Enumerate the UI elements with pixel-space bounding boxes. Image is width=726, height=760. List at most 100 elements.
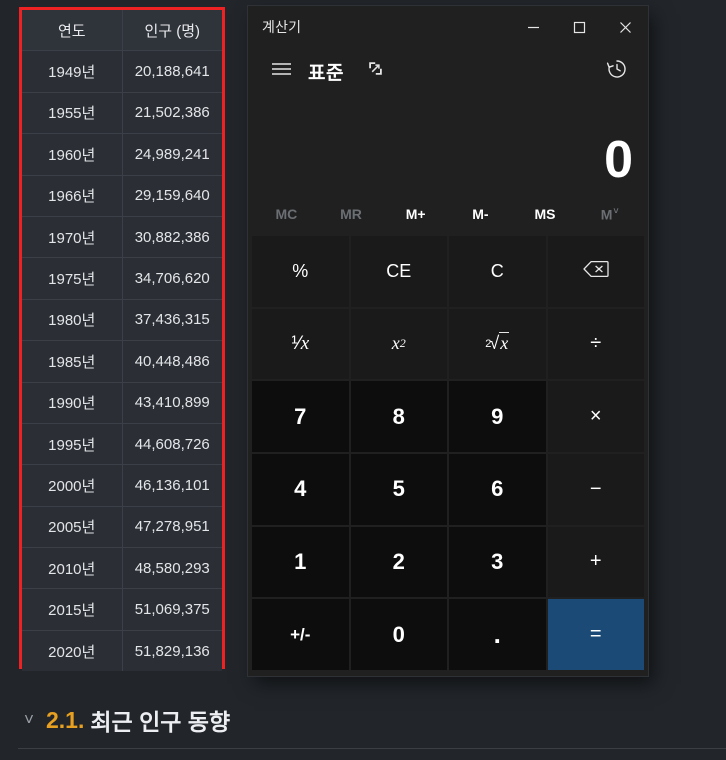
table-row: 2015년 51,069,375: [22, 588, 222, 631]
cell-year: 1990년: [22, 381, 123, 424]
cell-population: 30,882,386: [121, 215, 222, 259]
key-9[interactable]: 9: [449, 381, 546, 452]
key-clear-entry[interactable]: CE: [350, 236, 447, 307]
key-percent[interactable]: %: [252, 236, 349, 307]
cell-population: 24,989,241: [121, 133, 222, 176]
cell-year: 2015년: [22, 588, 123, 631]
cell-year: 1955년: [22, 91, 123, 135]
display-value: 0: [604, 131, 633, 189]
section-divider: [18, 748, 726, 749]
calculator-display: 0: [248, 94, 648, 194]
memory-button-row: MC MR M+ M- MS M˅: [248, 194, 648, 234]
calculator-window: 계산기 표준 0 MC MR M+ M- MS M˅ % CE C ¹⁄x x …: [248, 6, 648, 676]
memory-add-button[interactable]: M+: [383, 199, 448, 229]
maximize-button[interactable]: [556, 6, 602, 48]
cell-population: 43,410,899: [121, 381, 222, 424]
menu-button[interactable]: [264, 54, 298, 88]
cell-population: 48,580,293: [121, 547, 222, 590]
key-2[interactable]: 2: [350, 526, 447, 598]
calculator-mode-label: 표준: [308, 62, 344, 84]
key-square-label: x: [391, 333, 400, 354]
calculator-keypad: % CE C ¹⁄x x2 2 √x ÷ 7 8 9 × 4 5 6 − 1 2 …: [248, 234, 648, 676]
table-row: 1980년 37,436,315: [22, 298, 222, 342]
cell-population: 46,136,101: [121, 464, 222, 507]
memory-subtract-button[interactable]: M-: [448, 199, 513, 229]
cell-year: 1975년: [22, 257, 123, 300]
cell-year: 1960년: [22, 133, 123, 176]
column-header-population: 인구 (명): [121, 10, 222, 52]
cell-year: 2010년: [22, 547, 123, 590]
cell-population: 29,159,640: [121, 174, 222, 217]
key-multiply[interactable]: ×: [547, 381, 644, 452]
cell-year: 1980년: [22, 298, 123, 342]
key-square-exponent: 2: [399, 336, 406, 351]
cell-year: 2005년: [22, 505, 123, 549]
memory-recall-button[interactable]: MR: [319, 199, 384, 229]
calculator-titlebar: 계산기: [248, 6, 648, 48]
calculator-navbar: 표준: [248, 48, 648, 94]
key-3[interactable]: 3: [449, 526, 546, 598]
key-add[interactable]: +: [547, 526, 644, 598]
memory-clear-button[interactable]: MC: [254, 199, 319, 229]
table-row: 2010년 48,580,293: [22, 547, 222, 590]
cell-population: 51,069,375: [121, 588, 222, 631]
key-6[interactable]: 6: [449, 453, 546, 525]
table-row: 1955년 21,502,386: [22, 91, 222, 135]
key-square-root[interactable]: 2 √x: [449, 308, 546, 380]
history-clock-icon: [606, 58, 628, 85]
keep-on-top-icon: [367, 60, 384, 82]
table-row: 2020년 51,829,136: [22, 629, 222, 672]
key-8[interactable]: 8: [350, 381, 447, 452]
column-header-year: 연도: [22, 10, 123, 52]
close-button[interactable]: [602, 6, 648, 48]
population-table: 연도 인구 (명) 1949년 20,188,641 1955년 21,502,…: [22, 10, 222, 672]
key-subtract[interactable]: −: [547, 453, 644, 525]
key-5[interactable]: 5: [350, 453, 447, 525]
calculator-app-title: 계산기: [262, 19, 302, 35]
section-heading: ˅ 2.1. 최근 인구 동향: [18, 703, 230, 737]
maximize-icon: [573, 21, 586, 34]
backspace-icon: [583, 260, 609, 283]
table-row: 1970년 30,882,386: [22, 215, 222, 259]
table-row: 1995년 44,608,726: [22, 422, 222, 466]
key-sign[interactable]: +/-: [252, 599, 349, 670]
cell-population: 44,608,726: [121, 422, 222, 466]
cell-population: 37,436,315: [121, 298, 222, 342]
cell-population: 51,829,136: [121, 629, 222, 672]
key-0[interactable]: 0: [350, 599, 447, 670]
memory-store-button[interactable]: MS: [513, 199, 578, 229]
key-clear[interactable]: C: [449, 236, 546, 307]
key-1[interactable]: 1: [252, 526, 349, 598]
minimize-button[interactable]: [510, 6, 556, 48]
key-decimal[interactable]: .: [449, 599, 546, 670]
table-row: 1990년 43,410,899: [22, 381, 222, 424]
table-row: 1975년 34,706,620: [22, 257, 222, 300]
close-icon: [619, 21, 632, 34]
section-title: 최근 인구 동향: [90, 709, 231, 735]
keep-on-top-button[interactable]: [358, 54, 394, 88]
key-reciprocal[interactable]: ¹⁄x: [252, 308, 349, 380]
key-sign-label: +/-: [290, 624, 311, 644]
cell-year: 1970년: [22, 215, 123, 259]
history-button[interactable]: [598, 52, 636, 90]
key-backspace[interactable]: [547, 236, 644, 307]
chevron-down-icon[interactable]: ˅: [18, 710, 40, 730]
key-7[interactable]: 7: [252, 381, 349, 452]
cell-population: 21,502,386: [121, 91, 222, 135]
cell-year: 1995년: [22, 422, 123, 466]
key-4[interactable]: 4: [252, 453, 349, 525]
memory-list-label: M: [600, 206, 613, 223]
section-number: 2.1.: [46, 706, 85, 733]
table-row: 1949년 20,188,641: [22, 50, 222, 93]
cell-population: 20,188,641: [121, 50, 222, 93]
cell-population: 34,706,620: [121, 257, 222, 300]
key-reciprocal-label: ¹⁄x: [291, 332, 310, 354]
key-divide[interactable]: ÷: [547, 308, 644, 380]
cell-population: 47,278,951: [121, 505, 222, 549]
memory-list-button[interactable]: M˅: [577, 199, 642, 230]
cell-year: 2000년: [22, 464, 123, 507]
minimize-icon: [527, 21, 540, 34]
table-header-row: 연도 인구 (명): [22, 10, 222, 52]
key-equals[interactable]: =: [547, 599, 644, 670]
key-square[interactable]: x2: [350, 308, 447, 380]
